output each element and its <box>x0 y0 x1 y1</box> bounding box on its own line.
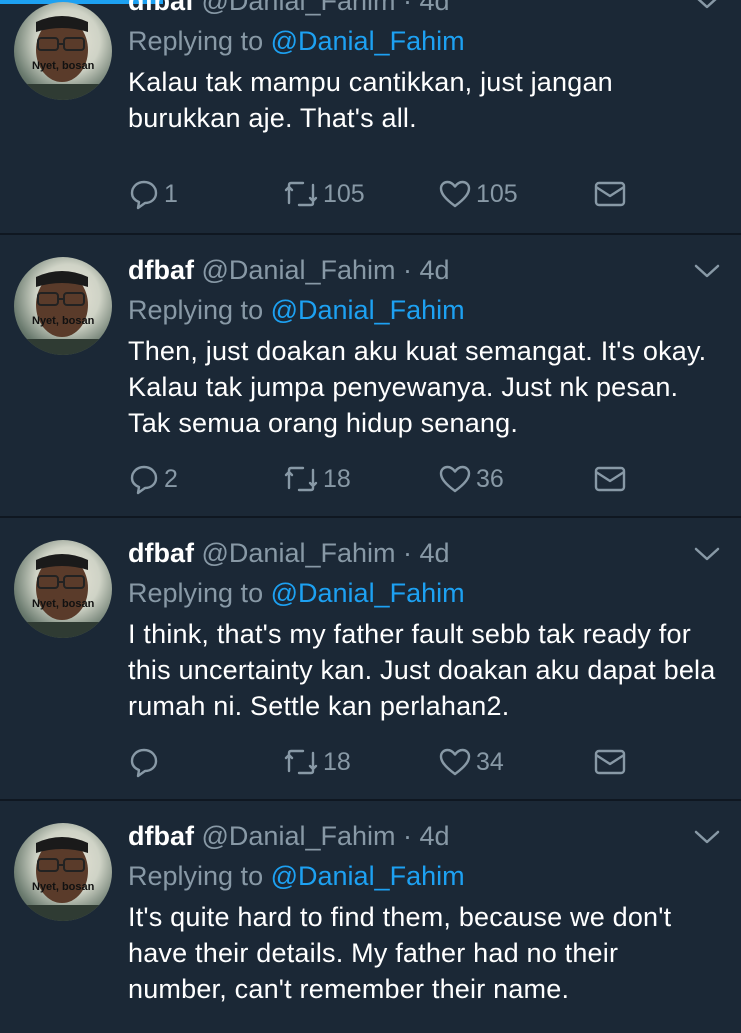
avatar-face-image <box>14 554 112 638</box>
like-button[interactable]: 36 <box>438 461 504 497</box>
avatar[interactable]: Nyet, bosan <box>14 2 112 100</box>
tweet-text: Kalau tak mampu cantikkan, just jangan b… <box>128 67 613 133</box>
reply-count: 1 <box>164 179 178 208</box>
heart-icon <box>439 748 471 776</box>
tweet[interactable]: Nyet, bosan dfbaf @Danial_Fahim · 4d Rep… <box>0 235 741 518</box>
replying-to-line: Replying to @Danial_Fahim <box>128 576 465 610</box>
direct-message-button[interactable] <box>593 176 627 212</box>
retweet-button[interactable]: 18 <box>283 744 351 780</box>
chevron-down-icon[interactable] <box>693 827 721 847</box>
tweet-actions: 18 34 <box>128 744 688 784</box>
retweet-button[interactable]: 18 <box>283 461 351 497</box>
chevron-down-icon[interactable] <box>693 261 721 281</box>
direct-message-button[interactable] <box>593 461 627 497</box>
avatar-caption: Nyet, bosan <box>32 315 95 327</box>
user-handle[interactable]: @Danial_Fahim <box>202 821 396 851</box>
envelope-icon <box>594 181 626 207</box>
like-button[interactable]: 105 <box>438 176 518 212</box>
tweet-text: I think, that's my father fault sebb tak… <box>128 619 716 721</box>
mention-link[interactable]: @Danial_Fahim <box>271 295 465 325</box>
retweet-count: 18 <box>323 747 351 776</box>
avatar[interactable]: Nyet, bosan <box>14 257 112 355</box>
replying-to-line: Replying to @Danial_Fahim <box>128 859 465 893</box>
like-count: 105 <box>476 179 518 208</box>
like-count: 36 <box>476 464 504 493</box>
retweet-button[interactable]: 105 <box>283 176 365 212</box>
retweet-icon <box>284 466 318 492</box>
mention-link[interactable]: @Danial_Fahim <box>271 26 465 56</box>
reply-icon <box>130 465 158 495</box>
heart-icon <box>439 465 471 493</box>
like-count: 34 <box>476 747 504 776</box>
user-handle[interactable]: @Danial_Fahim <box>202 255 396 285</box>
avatar-face-image <box>14 16 112 100</box>
reply-button[interactable]: 1 <box>128 176 178 212</box>
retweet-count: 18 <box>323 464 351 493</box>
user-handle[interactable]: @Danial_Fahim <box>202 0 396 16</box>
mention-link[interactable]: @Danial_Fahim <box>271 861 465 891</box>
direct-message-button[interactable] <box>593 744 627 780</box>
avatar[interactable]: Nyet, bosan <box>14 823 112 921</box>
tweet-header: dfbaf @Danial_Fahim · 4d <box>128 0 450 18</box>
avatar-caption: Nyet, bosan <box>32 60 95 72</box>
separator-dot: · <box>403 821 412 851</box>
display-name[interactable]: dfbaf <box>128 255 194 285</box>
avatar-face-image <box>14 271 112 355</box>
timestamp[interactable]: 4d <box>420 0 450 16</box>
separator-dot: · <box>403 538 412 568</box>
heart-icon <box>439 180 471 208</box>
reply-count: 2 <box>164 464 178 493</box>
avatar-face-image <box>14 837 112 921</box>
tweet[interactable]: Nyet, bosan dfbaf @Danial_Fahim · 4d Rep… <box>0 518 741 801</box>
avatar-caption: Nyet, bosan <box>32 598 95 610</box>
chevron-down-icon[interactable] <box>693 544 721 564</box>
tweet[interactable]: Nyet, bosan dfbaf @Danial_Fahim · 4d Rep… <box>0 801 741 1033</box>
replying-to-label: Replying to <box>128 578 264 608</box>
avatar-caption: Nyet, bosan <box>32 881 95 893</box>
like-button[interactable]: 34 <box>438 744 504 780</box>
tweet-actions: 1 105 105 <box>128 176 688 216</box>
replying-to-label: Replying to <box>128 861 264 891</box>
retweet-icon <box>284 749 318 775</box>
reply-icon <box>130 180 158 210</box>
mention-link[interactable]: @Danial_Fahim <box>271 578 465 608</box>
separator-dot: · <box>403 0 412 16</box>
retweet-count: 105 <box>323 179 365 208</box>
reply-button[interactable] <box>128 744 164 780</box>
replying-to-label: Replying to <box>128 26 264 56</box>
tweet-text: Then, just doakan aku kuat semangat. It'… <box>128 336 707 438</box>
tweet-header: dfbaf @Danial_Fahim · 4d <box>128 819 450 853</box>
timestamp[interactable]: 4d <box>420 255 450 285</box>
reply-button[interactable]: 2 <box>128 461 178 497</box>
envelope-icon <box>594 466 626 492</box>
chevron-down-icon[interactable] <box>693 0 721 12</box>
replying-to-line: Replying to @Danial_Fahim <box>128 24 465 58</box>
tweet-text: It's quite hard to find them, because we… <box>128 902 672 1004</box>
display-name[interactable]: dfbaf <box>128 538 194 568</box>
separator-dot: · <box>403 255 412 285</box>
tweet[interactable]: Nyet, bosan dfbaf @Danial_Fahim · 4d Rep… <box>0 0 741 235</box>
tweet-header: dfbaf @Danial_Fahim · 4d <box>128 253 450 287</box>
display-name[interactable]: dfbaf <box>128 0 194 16</box>
reply-icon <box>130 748 158 778</box>
tweet-actions: 2 18 36 <box>128 461 688 501</box>
timestamp[interactable]: 4d <box>420 538 450 568</box>
envelope-icon <box>594 749 626 775</box>
retweet-icon <box>284 181 318 207</box>
timestamp[interactable]: 4d <box>420 821 450 851</box>
tweet-header: dfbaf @Danial_Fahim · 4d <box>128 536 450 570</box>
replying-to-label: Replying to <box>128 295 264 325</box>
replying-to-line: Replying to @Danial_Fahim <box>128 293 465 327</box>
avatar[interactable]: Nyet, bosan <box>14 540 112 638</box>
user-handle[interactable]: @Danial_Fahim <box>202 538 396 568</box>
display-name[interactable]: dfbaf <box>128 821 194 851</box>
